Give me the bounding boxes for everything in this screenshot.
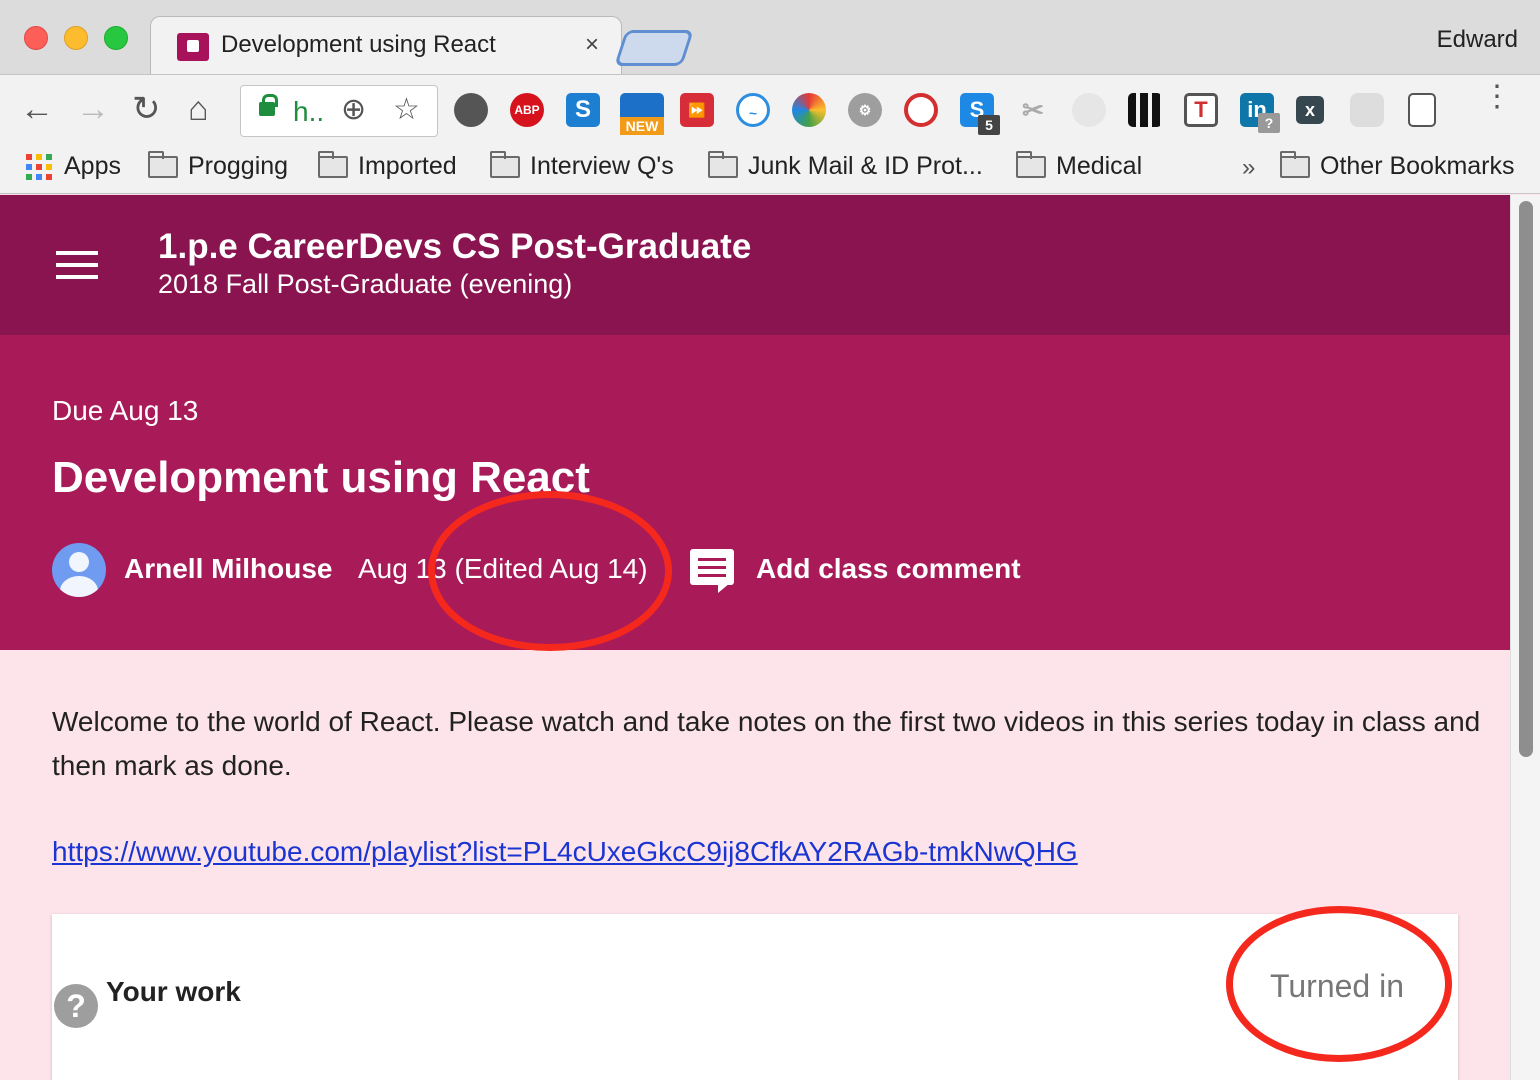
folder-icon bbox=[490, 150, 520, 178]
playlist-link[interactable]: https://www.youtube.com/playlist?list=PL… bbox=[52, 836, 1078, 868]
back-arrow-icon[interactable]: ← bbox=[20, 89, 54, 129]
course-title[interactable]: 1.p.e CareerDevs CS Post-Graduate bbox=[158, 227, 751, 267]
forward-extension-icon[interactable]: ⏩ bbox=[680, 93, 714, 127]
folder-icon bbox=[708, 150, 738, 178]
bookmark-label: Progging bbox=[188, 152, 289, 180]
folder-icon bbox=[1016, 150, 1046, 178]
bookmark-label: Junk Mail & ID Prot... bbox=[748, 152, 983, 180]
folder-icon bbox=[148, 150, 178, 178]
linkedin-extension-icon[interactable]: in? bbox=[1240, 93, 1280, 133]
hamburger-menu-icon[interactable] bbox=[56, 251, 98, 287]
help-icon: ? bbox=[54, 984, 98, 1028]
new-tab-button[interactable] bbox=[614, 30, 694, 66]
new-badge: NEW bbox=[620, 117, 664, 135]
linkedin-badge: ? bbox=[1258, 113, 1280, 133]
maximize-window-button[interactable] bbox=[104, 26, 128, 50]
assignment-banner: Due Aug 13 Development using React Arnel… bbox=[0, 335, 1510, 651]
folder-icon bbox=[318, 150, 348, 178]
close-window-button[interactable] bbox=[24, 26, 48, 50]
bookmark-label: Apps bbox=[64, 152, 121, 180]
assignment-description: Welcome to the world of React. Please wa… bbox=[52, 706, 1481, 781]
menu-dots-icon[interactable]: ⋮ bbox=[1482, 82, 1512, 112]
x-extension-icon[interactable]: x bbox=[1296, 96, 1324, 124]
skype-extension-icon[interactable]: S5 bbox=[960, 93, 1000, 135]
scrollbar[interactable] bbox=[1510, 195, 1540, 1080]
tab-close-icon[interactable]: × bbox=[585, 31, 599, 59]
hexagon-extension-icon[interactable] bbox=[1350, 93, 1384, 127]
bookmark-apps[interactable]: Apps bbox=[26, 152, 121, 181]
classroom-header: 1.p.e CareerDevs CS Post-Graduate 2018 F… bbox=[0, 195, 1510, 335]
bookmark-label: Imported bbox=[358, 152, 457, 180]
comment-icon[interactable] bbox=[690, 549, 734, 593]
bookmark-folder-interview[interactable]: Interview Q's bbox=[490, 150, 674, 181]
author-name: Arnell Milhouse bbox=[124, 553, 333, 584]
your-work-label: Your work bbox=[106, 976, 241, 1007]
add-class-comment-button[interactable]: Add class comment bbox=[756, 553, 1021, 585]
s-extension-icon[interactable]: S bbox=[566, 93, 600, 127]
bookmarks-bar: Apps Progging Imported Interview Q's Jun… bbox=[0, 146, 1540, 194]
adblock-plus-icon[interactable]: ABP bbox=[510, 93, 544, 127]
bookmark-label: Medical bbox=[1056, 152, 1143, 180]
tab-title: Development using React bbox=[221, 31, 496, 58]
classroom-favicon-icon bbox=[177, 33, 209, 61]
grid-extension-icon[interactable] bbox=[1128, 93, 1162, 127]
bookmark-star-icon[interactable]: ☆ bbox=[393, 92, 420, 127]
color-extension-icon[interactable] bbox=[792, 93, 826, 127]
bookmarks-overflow-icon[interactable]: » bbox=[1242, 154, 1255, 182]
skype-badge: 5 bbox=[978, 115, 1000, 135]
sync-extension-icon[interactable]: ~ bbox=[736, 93, 770, 127]
apps-grid-icon bbox=[26, 153, 52, 180]
bookmark-folder-junk-mail[interactable]: Junk Mail & ID Prot... bbox=[708, 150, 983, 181]
avatar bbox=[52, 543, 106, 597]
circle-extension-icon[interactable] bbox=[1072, 93, 1106, 127]
lock-icon bbox=[259, 94, 278, 116]
annotation-circle bbox=[1226, 906, 1452, 1062]
profile-name[interactable]: Edward bbox=[1437, 26, 1518, 54]
settings-extension-icon[interactable]: ⚙ bbox=[848, 93, 882, 127]
browser-toolbar: ← → ↻ ⌂ h.. ⊕ ☆ ABP S NEW ⏩ ~ ⚙ S5 ✂ T i… bbox=[0, 74, 1540, 146]
active-tab[interactable]: Development using React × bbox=[150, 16, 622, 76]
due-date: Due Aug 13 bbox=[52, 395, 199, 426]
bookmark-folder-medical[interactable]: Medical bbox=[1016, 150, 1143, 181]
scrollbar-thumb[interactable] bbox=[1519, 201, 1533, 757]
bookmark-folder-other[interactable]: Other Bookmarks bbox=[1280, 150, 1515, 181]
block-extension-icon[interactable] bbox=[904, 93, 938, 127]
home-icon[interactable]: ⌂ bbox=[188, 89, 209, 129]
address-bar[interactable]: h.. ⊕ ☆ bbox=[240, 85, 438, 137]
tab-strip: Development using React × Edward bbox=[0, 0, 1540, 76]
bookmark-folder-imported[interactable]: Imported bbox=[318, 150, 457, 181]
annotation-circle bbox=[428, 491, 672, 651]
bookmark-label: Other Bookmarks bbox=[1320, 152, 1515, 180]
scissors-extension-icon[interactable]: ✂ bbox=[1016, 93, 1050, 127]
course-subtitle: 2018 Fall Post-Graduate (evening) bbox=[158, 269, 573, 299]
zoom-icon[interactable]: ⊕ bbox=[341, 92, 366, 127]
minimize-window-button[interactable] bbox=[64, 26, 88, 50]
folder-icon bbox=[1280, 150, 1310, 178]
t-extension-icon[interactable]: T bbox=[1184, 93, 1218, 127]
new-extension-icon[interactable]: NEW bbox=[620, 93, 664, 135]
bookmark-label: Interview Q's bbox=[530, 152, 674, 180]
bookmark-folder-progging[interactable]: Progging bbox=[148, 150, 289, 181]
notes-extension-icon[interactable] bbox=[1408, 93, 1436, 127]
url-text: h.. bbox=[293, 96, 325, 127]
evernote-icon[interactable] bbox=[454, 93, 488, 127]
reload-icon[interactable]: ↻ bbox=[132, 89, 161, 129]
forward-arrow-icon[interactable]: → bbox=[76, 89, 110, 129]
